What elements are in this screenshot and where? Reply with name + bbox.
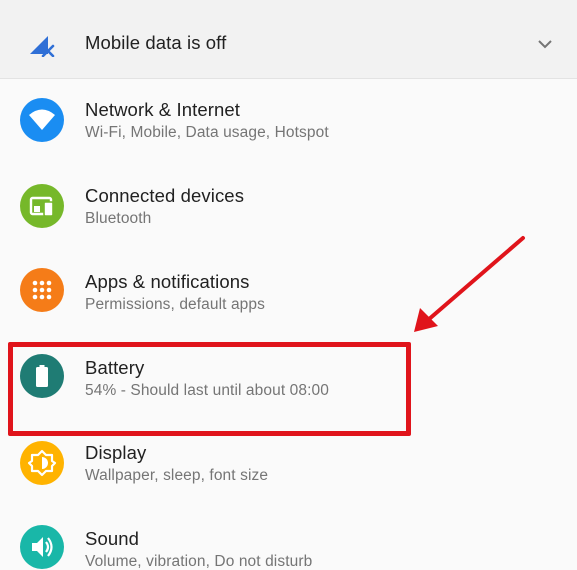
mobile-data-off-text: Mobile data is off [85,32,227,53]
mobile-data-off-banner[interactable]: Mobile data is off [0,0,577,79]
brightness-icon [20,441,64,485]
settings-item-apps[interactable]: Apps & notifications Permissions, defaul… [0,250,577,336]
devices-icon [20,184,64,228]
volume-icon [20,525,64,569]
settings-item-title: Sound [85,528,139,549]
settings-item-subtitle: Wi-Fi, Mobile, Data usage, Hotspot [85,124,329,141]
settings-item-title: Battery [85,357,145,378]
settings-item-title: Network & Internet [85,99,241,120]
settings-item-subtitle: Bluetooth [85,210,152,227]
settings-item-title: Display [85,442,147,463]
wifi-icon [20,98,64,142]
settings-item-subtitle: Volume, vibration, Do not disturb [85,553,313,570]
mobile-data-off-icon [28,31,56,58]
settings-item-display[interactable]: Display Wallpaper, sleep, font size [0,421,577,507]
settings-item-network[interactable]: Network & Internet Wi-Fi, Mobile, Data u… [0,78,577,164]
settings-item-subtitle: Wallpaper, sleep, font size [85,467,269,484]
chevron-down-icon[interactable] [537,36,553,52]
settings-screen: Mobile data is off Network & Internet Wi… [0,0,577,570]
battery-icon [20,354,64,398]
settings-item-sound[interactable]: Sound Volume, vibration, Do not disturb [0,507,577,570]
apps-grid-icon [20,268,64,312]
settings-item-subtitle: Permissions, default apps [85,296,265,313]
settings-item-connected-devices[interactable]: Connected devices Bluetooth [0,164,577,250]
settings-item-title: Connected devices [85,185,245,206]
settings-item-battery[interactable]: Battery 54% - Should last until about 08… [0,336,577,422]
settings-item-subtitle: 54% - Should last until about 08:00 [85,382,329,399]
settings-item-title: Apps & notifications [85,271,250,292]
